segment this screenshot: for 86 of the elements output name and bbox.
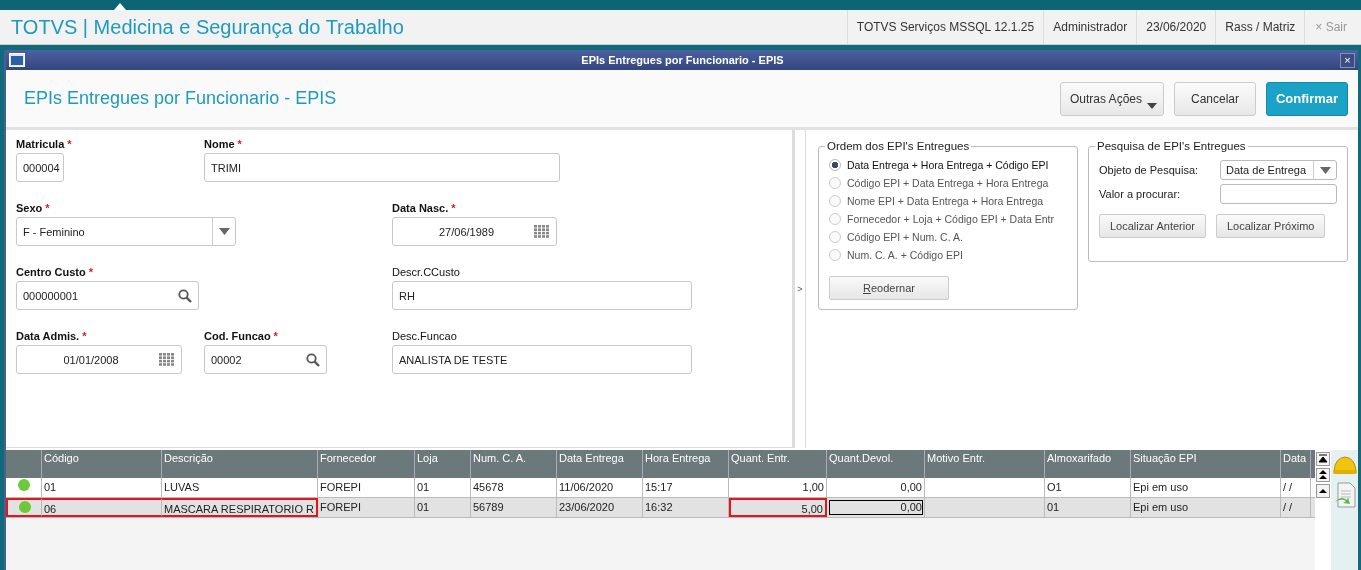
table-cell: 01 (1045, 498, 1131, 517)
search-icon (178, 288, 192, 303)
header-info: Administrador (1043, 10, 1137, 44)
table-cell: / / (1281, 478, 1311, 497)
field-label: Desc.Funcao (392, 330, 457, 342)
table-cell: 15:17 (643, 478, 729, 497)
input-field[interactable]: F - Feminino (16, 217, 236, 246)
table-cell: MASCARA RESPIRATORIO R (162, 498, 318, 517)
table-cell: FOREPI (318, 498, 415, 517)
search-icon (306, 352, 320, 367)
radio-label[interactable]: Código EPI + Num. C. A. (847, 231, 963, 243)
table-cell: 11/06/2020 (557, 478, 643, 497)
field-label: Sexo * (16, 202, 50, 214)
reorder-button[interactable]: Reodernar (829, 276, 949, 300)
table-cell: FOREPI (318, 478, 415, 497)
table-row[interactable]: 06 MASCARA RESPIRATORIO R FOREPI 01 56789 23/06/2020 16:32 5,00 0,00 01 Epi em uso / / (6, 498, 1315, 518)
table-cell: 01 (415, 498, 471, 517)
page-title: EPIs Entregues por Funcionario - EPIS (24, 88, 337, 109)
find-button[interactable]: Localizar Anterior (1099, 214, 1206, 238)
radio-button[interactable] (829, 249, 841, 261)
group-title: Ordem dos EPI's Entregues (826, 140, 971, 152)
header-info: 23/06/2020 (1136, 10, 1216, 44)
input-field[interactable]: 000004 (16, 153, 64, 182)
calendar-icon (534, 225, 550, 238)
table-cell: 01 (415, 478, 471, 497)
table-cell: Epi em uso (1131, 498, 1281, 517)
table-cell: 06 (42, 498, 162, 517)
search-object-dropdown[interactable]: Data de Entrega (1220, 160, 1337, 180)
radio-label[interactable]: Data Entrega + Hora Entrega + Código EPI (847, 159, 1049, 171)
input-field[interactable]: 000000001 (16, 281, 199, 310)
radio-label[interactable]: Código EPI + Data Entrega + Hora Entrega (847, 177, 1049, 189)
radio-label[interactable]: Num. C. A. + Código EPI (847, 249, 963, 261)
field-label: Nome * (204, 138, 242, 150)
header-info: TOTVS Serviços MSSQL 12.1.25 (846, 10, 1044, 44)
table-cell: 01 (42, 478, 162, 497)
radio-button[interactable] (829, 177, 841, 189)
radio-label[interactable]: Fornecedor + Loja + Código EPI + Data Entr (847, 213, 1054, 225)
field-label: Objeto de Pesquisa: (1099, 164, 1199, 176)
input-field[interactable]: 01/01/2008 (16, 345, 182, 374)
field-label: Data Admis. * (16, 330, 87, 342)
window-icon (9, 53, 25, 67)
radio-button[interactable] (829, 213, 841, 225)
window-title: EPIs Entregues por Funcionario - EPIS (580, 54, 785, 66)
table-cell: O1 (1045, 478, 1131, 497)
input-field[interactable]: TRIMI (204, 153, 560, 182)
table-cell: 23/06/2020 (557, 498, 643, 517)
field-label: Cod. Funcao * (204, 330, 278, 342)
table-cell: 5,00 (729, 498, 827, 517)
scroll-top-button[interactable] (1316, 452, 1330, 466)
field-label: Valor a procurar: (1099, 188, 1181, 200)
table-cell: Epi em uso (1131, 478, 1281, 497)
input-field[interactable]: 00002 (204, 345, 327, 374)
close-button[interactable]: × (1340, 52, 1355, 68)
group-title: Pesquisa de EPI's Entregues (1096, 140, 1247, 152)
panel-splitter[interactable]: > (795, 130, 806, 448)
field-label: Descr.CCusto (392, 266, 460, 278)
table-row[interactable]: 01 LUVAS FOREPI 01 45678 11/06/2020 15:17 1,00 0,00 O1 Epi em uso / / (6, 478, 1315, 498)
radio-button[interactable] (829, 195, 841, 207)
radio-label[interactable]: Nome EPI + Data Entrega + Hora Entrega (847, 195, 1044, 207)
radio-button[interactable] (829, 231, 841, 243)
field-label: Matricula * (16, 138, 72, 150)
cancel-button[interactable]: Cancelar (1173, 81, 1256, 116)
table-cell: 16:32 (643, 498, 729, 517)
search-value-field[interactable] (1220, 184, 1337, 204)
input-field[interactable]: RH (392, 281, 692, 310)
page-up-button[interactable] (1316, 468, 1330, 482)
find-button[interactable]: Localizar Próximo (1216, 214, 1326, 238)
table-cell: 0,00 (827, 498, 925, 517)
table-cell: 45678 (471, 478, 557, 497)
calendar-icon (159, 353, 175, 366)
dropdown-arrow-icon (1319, 166, 1331, 174)
field-label: Centro Custo * (16, 266, 93, 278)
header-info: Rass / Matriz (1215, 10, 1305, 44)
radio-button[interactable] (829, 159, 841, 171)
table-cell: 1,00 (729, 478, 827, 497)
table-cell: 56789 (471, 498, 557, 517)
scroll-up-button[interactable] (1316, 484, 1330, 498)
table-cell: LUVAS (162, 478, 318, 497)
input-field[interactable]: ANALISTA DE TESTE (392, 345, 692, 374)
field-label: Data Nasc. * (392, 202, 456, 214)
table-cell: / / (1281, 498, 1311, 517)
input-field[interactable]: 27/06/1989 (392, 217, 557, 246)
table-cell: 0,00 (827, 478, 925, 497)
app-title: TOTVS | Medicina e Segurança do Trabalho (11, 15, 404, 39)
dropdown-arrow-icon (218, 228, 230, 235)
more-actions-button[interactable]: Outras Ações (1059, 81, 1164, 116)
